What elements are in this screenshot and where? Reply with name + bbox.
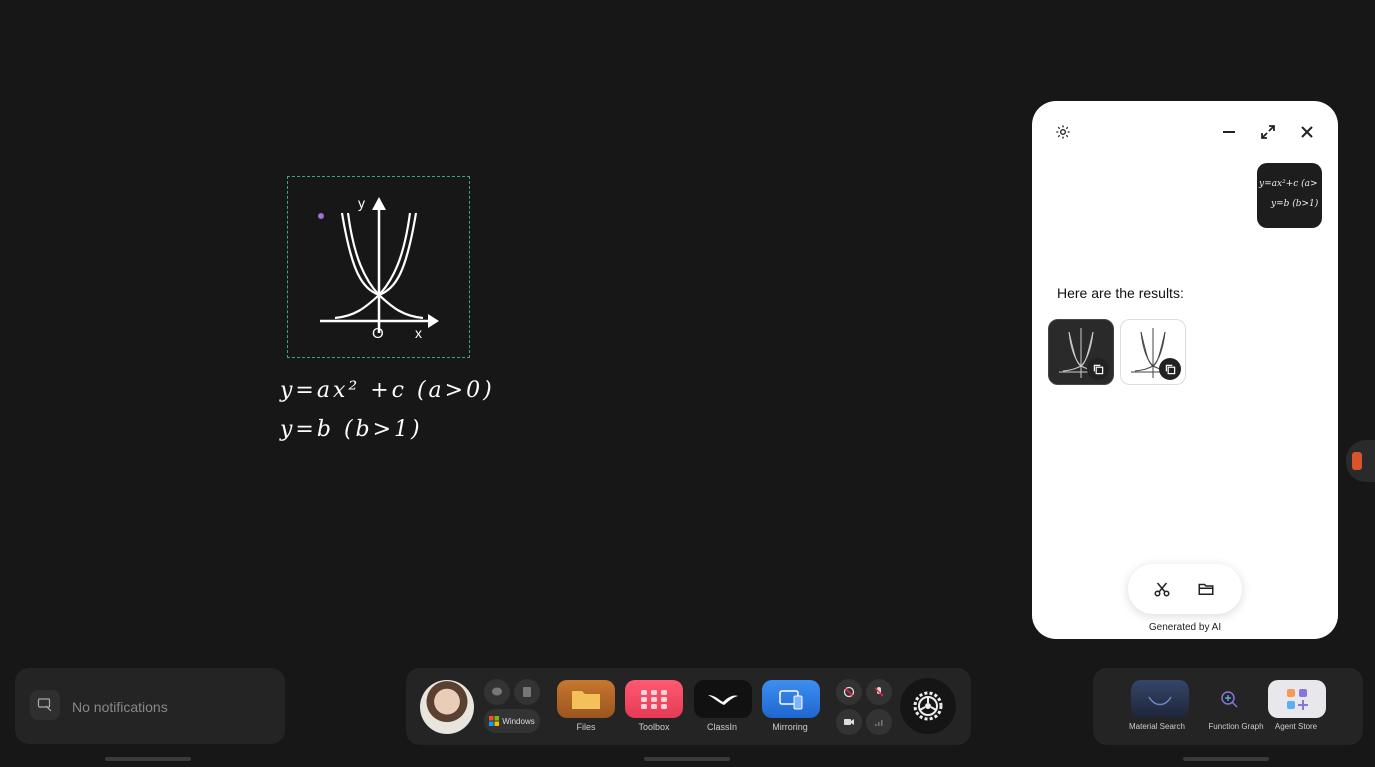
toolbox-app-label: Toolbox	[638, 722, 670, 732]
function-graph-button[interactable]	[1200, 680, 1258, 718]
side-drawer-tab[interactable]	[1346, 440, 1375, 482]
grid-icon	[641, 690, 667, 709]
equation-line-2: y=b (b>1)	[280, 417, 423, 442]
screen-mirroring-icon	[779, 690, 803, 710]
expand-icon[interactable]	[1256, 120, 1280, 144]
windows-button[interactable]: Windows	[484, 709, 540, 733]
generated-by-ai-label: Generated by AI	[1148, 622, 1222, 633]
files-app-label: Files	[576, 722, 596, 732]
home-indicator-right[interactable]	[1183, 757, 1269, 761]
scissors-icon[interactable]	[1150, 577, 1174, 601]
main-dock: Windows Files Toolbox ClassIn Mirroring	[406, 668, 971, 745]
ai-tools-dock: Material Search Function Graph Agent Sto…	[1093, 668, 1363, 745]
contacts-icon[interactable]	[514, 679, 540, 705]
windows-logo-icon	[489, 716, 500, 726]
mirroring-app-button[interactable]	[762, 680, 820, 718]
handwritten-equations[interactable]: y=ax² +c (a>0) y=b (b>1)	[280, 378, 495, 442]
notification-icon[interactable]	[30, 690, 60, 720]
equation-line-1: y=ax² +c (a>0)	[280, 378, 495, 403]
y-axis-label: y	[358, 195, 365, 211]
results-heading: Here are the results:	[1057, 285, 1184, 301]
agent-store-icon	[1287, 689, 1308, 710]
function-graph-icon	[1221, 691, 1238, 708]
home-indicator-center[interactable]	[644, 757, 730, 761]
classin-app-button[interactable]	[694, 680, 752, 718]
classin-logo-icon	[708, 695, 738, 705]
microphone-icon[interactable]	[866, 679, 892, 705]
chat-icon[interactable]	[484, 679, 510, 705]
side-tab-icon	[1352, 452, 1362, 470]
copy-icon[interactable]	[1159, 358, 1181, 380]
toolbox-app-button[interactable]	[625, 680, 683, 718]
settings-icon[interactable]	[1051, 120, 1075, 144]
material-search-label: Material Search	[1128, 722, 1186, 731]
query-thumbnail-line-2: y=b (b>1)	[1271, 199, 1319, 209]
result-thumbnail-dark[interactable]	[1048, 319, 1114, 385]
classin-app-label: ClassIn	[706, 722, 737, 732]
material-search-icon	[1148, 696, 1172, 706]
graph-drawing[interactable]: y O x	[300, 188, 450, 348]
gear-icon	[913, 691, 943, 721]
copy-icon[interactable]	[1087, 358, 1109, 380]
material-search-button[interactable]	[1131, 680, 1189, 718]
files-app-button[interactable]	[557, 680, 615, 718]
notification-dock: No notifications	[15, 668, 285, 744]
query-thumbnail-line-1: y=ax²+c (a>	[1259, 179, 1318, 189]
origin-label: O	[372, 325, 384, 342]
windows-label: Windows	[502, 716, 535, 726]
system-settings-button[interactable]	[900, 678, 956, 734]
agent-store-label: Agent Store	[1274, 722, 1318, 731]
minimize-icon[interactable]	[1217, 120, 1241, 144]
agent-store-button[interactable]	[1268, 680, 1326, 718]
panel-toolbar	[1128, 564, 1242, 614]
signal-strength-icon[interactable]	[866, 709, 892, 735]
ai-panel: y=ax²+c (a> y=b (b>1) Here are the resul…	[1032, 101, 1338, 639]
result-thumbnail-light[interactable]	[1120, 319, 1186, 385]
mirroring-app-label: Mirroring	[772, 722, 808, 732]
notifications-text: No notifications	[72, 699, 168, 715]
x-axis-label: x	[415, 325, 422, 341]
close-icon[interactable]	[1295, 120, 1319, 144]
folder-icon[interactable]	[1194, 577, 1218, 601]
screen-record-icon[interactable]	[836, 679, 862, 705]
folder-icon	[572, 691, 600, 709]
user-avatar[interactable]	[420, 680, 474, 734]
camera-icon[interactable]	[836, 709, 862, 735]
query-image-thumbnail[interactable]: y=ax²+c (a> y=b (b>1)	[1257, 163, 1322, 228]
home-indicator-left[interactable]	[105, 757, 191, 761]
